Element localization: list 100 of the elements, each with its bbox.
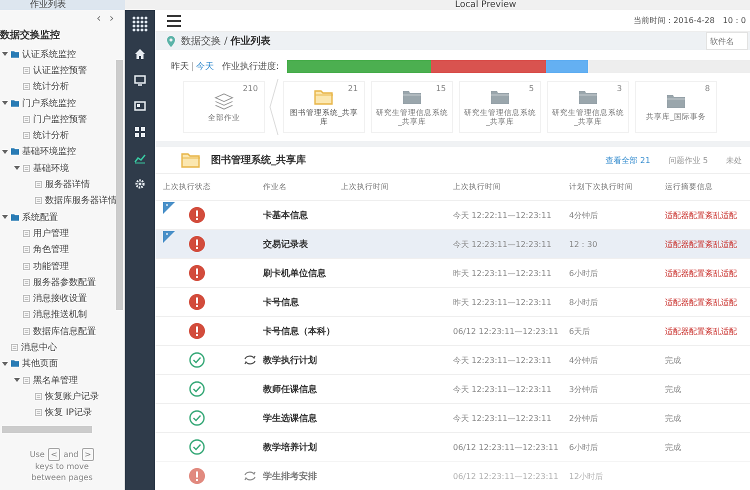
tree-item[interactable]: 消息推送机制 — [33, 308, 87, 322]
tree-item[interactable]: 数据库服务器详情 — [45, 194, 117, 208]
tree-item[interactable]: 门户监控预警 — [33, 112, 87, 126]
tree-item[interactable]: 消息接收设置 — [33, 292, 87, 306]
card-count: 21 — [348, 84, 358, 93]
filter-tab[interactable]: 查看全部 21 — [606, 154, 650, 166]
table-cell-text: 适配器配置紊乱适配 — [665, 268, 738, 278]
next-button[interactable]: › — [109, 12, 114, 26]
page-icon — [23, 164, 30, 172]
table-cell-text: 完成 — [665, 412, 682, 424]
tree-item[interactable]: 认证监控预警 — [33, 64, 87, 77]
job-name: 学生排考安排 — [263, 470, 317, 482]
scrollbar[interactable] — [116, 60, 123, 310]
table-cell-text: 4分钟后 — [569, 210, 600, 220]
error-icon — [189, 207, 205, 223]
key-icon: < — [48, 448, 60, 461]
page-icon — [23, 230, 30, 237]
page-icon — [23, 83, 30, 90]
menu-icon[interactable] — [167, 14, 181, 26]
table-cell-text: 昨天 12:23:11—12:23:11 — [453, 268, 552, 278]
tree-item[interactable]: 数据库信息配置 — [33, 324, 96, 338]
table-cell-text: 今天 12:23:11—12:23:11 — [453, 384, 552, 394]
table-cell-text: 06/12 12:23:11—12:23:11 — [453, 326, 560, 336]
scrollbar[interactable] — [2, 426, 92, 433]
table-cell-text: 6天后 — [569, 326, 592, 336]
job-name: 教学执行计划 — [263, 354, 317, 366]
table-cell-text: 8小时后 — [569, 296, 600, 308]
table-cell-text: 3分钟后 — [569, 384, 600, 394]
card-icon[interactable] — [134, 100, 146, 112]
folder-icon — [181, 152, 201, 168]
page-icon — [23, 278, 30, 286]
table-cell-text: 6小时后 — [569, 442, 600, 452]
expand-toggle-icon[interactable] — [14, 165, 20, 172]
tree-item[interactable]: 角色管理 — [33, 243, 69, 256]
tree-item[interactable]: 恢复 IP记录 — [45, 406, 92, 420]
page-icon — [23, 311, 30, 318]
home-icon[interactable] — [134, 48, 146, 60]
tree-item[interactable]: 消息中心 — [21, 340, 57, 354]
table-cell-text: 适配器配置紊乱适配 — [665, 210, 738, 220]
card-count: 210 — [242, 84, 258, 93]
tree-item[interactable]: 基础环境监控 — [22, 145, 76, 158]
job-name: 卡号信息 — [263, 296, 299, 308]
folder-icon — [11, 50, 19, 58]
check-circle-icon — [189, 410, 205, 426]
tree-item[interactable]: 统计分析 — [33, 129, 69, 142]
folder-icon — [402, 88, 422, 104]
tree-item[interactable]: 服务器详情 — [45, 178, 90, 192]
page-icon — [23, 376, 30, 384]
check-circle-icon — [189, 352, 205, 368]
card-count: 3 — [616, 84, 622, 93]
table-cell-text: 今天 12:23:11—12:23:11 — [453, 238, 552, 250]
table-cell-text: 06/12 12:23:11—12:23:11 — [453, 442, 560, 452]
tree-item[interactable]: 恢复账户记录 — [45, 390, 99, 403]
page-icon — [23, 262, 30, 270]
tree-item[interactable]: 系统配置 — [22, 210, 58, 224]
page-icon — [11, 344, 18, 351]
chart-icon[interactable] — [134, 152, 146, 164]
card-count: 8 — [704, 84, 710, 93]
expand-toggle-icon[interactable] — [2, 100, 8, 106]
check-circle-icon — [189, 381, 205, 397]
day-tab[interactable]: 今天 — [196, 60, 214, 73]
tree-item[interactable]: 统计分析 — [33, 80, 69, 94]
hint-text: Use — [30, 449, 45, 460]
expand-toggle-icon[interactable] — [14, 377, 20, 384]
folder-icon — [11, 360, 19, 368]
settings-icon[interactable] — [134, 178, 146, 190]
tree-item[interactable]: 基础环境 — [33, 162, 69, 175]
tree-item[interactable]: 门户系统监控 — [22, 96, 76, 110]
tree-item[interactable]: 服务器参数配置 — [33, 276, 96, 289]
tree-item[interactable]: 认证系统监控 — [22, 48, 76, 61]
grid-icon[interactable] — [134, 126, 146, 138]
folder-icon — [11, 100, 19, 107]
expand-toggle-icon[interactable] — [2, 214, 8, 220]
error-icon — [189, 323, 205, 339]
chevron-divider-icon — [269, 79, 279, 135]
previous-button[interactable]: ‹ — [96, 12, 102, 26]
progress-label: 作业执行进度: — [222, 60, 280, 73]
monitor-icon[interactable] — [134, 74, 146, 86]
day-tab[interactable]: 昨天 — [171, 60, 189, 73]
window-title: Local Preview — [455, 0, 516, 10]
folder-icon — [11, 214, 19, 221]
card-count: 15 — [436, 84, 446, 93]
search-field[interactable]: 软件名 — [706, 32, 748, 50]
table-cell-text: 今天 12:22:11—12:23:11 — [453, 210, 552, 220]
expand-toggle-icon[interactable] — [2, 148, 8, 155]
tree-item[interactable]: 其他页面 — [22, 357, 58, 370]
table-cell-text: 2分钟后 — [569, 412, 600, 424]
table-cell-text: 完成 — [665, 442, 682, 452]
table-cell-text: 适配器配置紊乱适配 — [665, 326, 738, 336]
logo-icon — [130, 14, 150, 34]
tree-item[interactable]: 用户管理 — [33, 226, 69, 240]
table-cell-text: 适配器配置紊乱适配 — [665, 296, 738, 308]
tree-item[interactable]: 功能管理 — [33, 260, 69, 272]
hint-text: keys to move between pages — [30, 461, 94, 483]
error-icon — [189, 265, 205, 281]
section-title: 图书管理系统_共享库 — [211, 153, 306, 167]
expand-toggle-icon[interactable] — [2, 51, 8, 58]
tree-item[interactable]: 黑名单管理 — [33, 374, 78, 387]
expand-toggle-icon[interactable] — [2, 360, 8, 367]
page-icon — [35, 197, 42, 204]
